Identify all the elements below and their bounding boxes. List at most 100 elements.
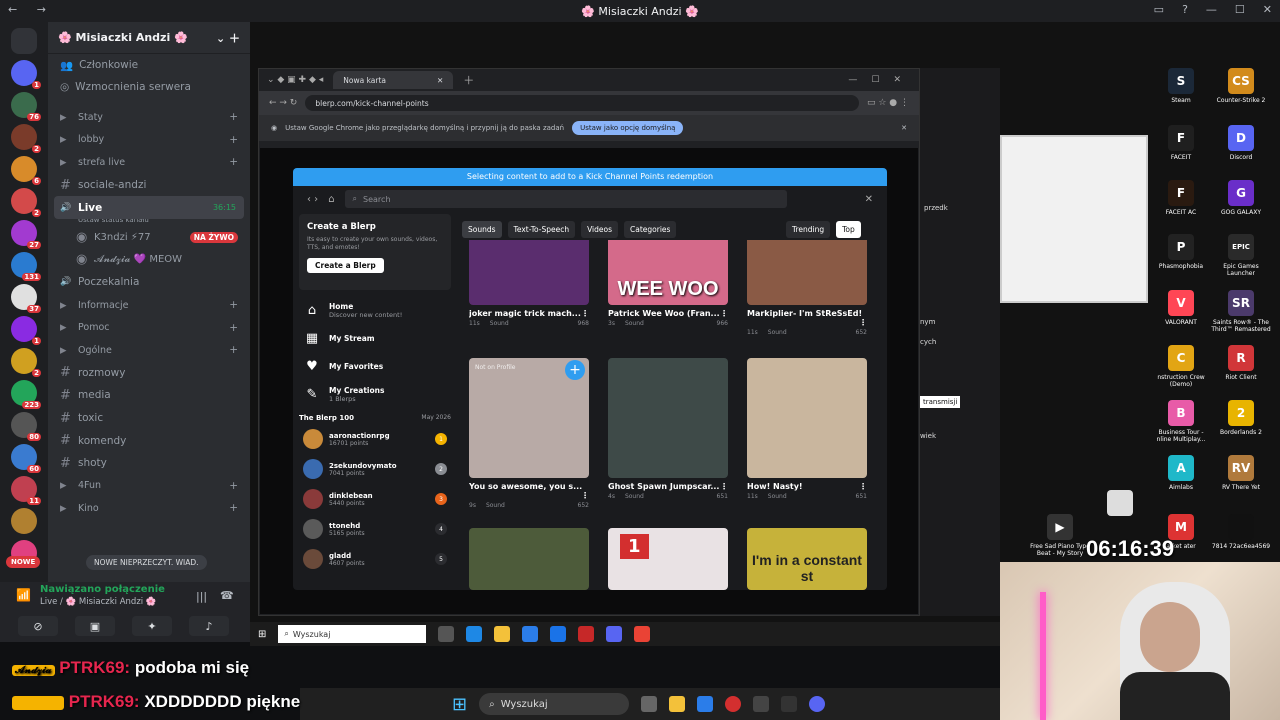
server-icon[interactable]: 11 [11, 476, 41, 505]
server-icon[interactable]: 2 [11, 124, 41, 153]
new-badge[interactable]: NOWE [6, 556, 41, 568]
channel-member[interactable]: ◉ 𝓐𝓷𝓭𝔃𝓲𝓪 💜 MEOW [48, 249, 250, 272]
channel-text[interactable]: # sociale-andzi [48, 174, 250, 197]
server-header[interactable]: 🌸 Misiaczki Andzi 🌸 ⌄ ＋ [48, 22, 250, 54]
more-options-icon[interactable]: ⋮ [859, 482, 867, 491]
server-icon[interactable]: 1 [11, 316, 41, 345]
add-channel-icon[interactable]: + [229, 344, 238, 356]
channel-text[interactable]: # komendy [48, 429, 250, 452]
leaderboard-row[interactable]: dinklebean 5440 points 3 [299, 484, 451, 514]
soundboard-button[interactable]: ♪ [189, 616, 229, 636]
add-channel-icon[interactable]: + [229, 134, 238, 146]
more-options-icon[interactable]: ⋮ [859, 318, 867, 327]
desktop-icon[interactable]: D Discord [1211, 125, 1271, 161]
add-user-icon[interactable]: ⌄ ＋ [216, 30, 240, 46]
filter-videos[interactable]: Videos [581, 221, 619, 238]
sound-card[interactable]: WEE WOO Patrick Wee Woo (Fran... ⋮ 3s Sound 9… [608, 240, 728, 327]
server-icon[interactable]: 37 [11, 284, 41, 313]
filter-sounds[interactable]: Sounds [462, 221, 502, 238]
tab-icons[interactable]: ⌄ ◆ ▣ ✚ ◆ ◂ [267, 75, 323, 85]
add-channel-icon[interactable]: + [229, 480, 238, 492]
desktop-icon[interactable]: G GOG GALAXY [1211, 180, 1271, 216]
leaderboard-row[interactable]: aaronactionrpg 16701 points 1 [299, 424, 451, 454]
more-options-icon[interactable]: ⋮ [581, 309, 589, 318]
nav-my-creations[interactable]: ✎ My Creations 1 Blerps [299, 380, 451, 408]
inner-search[interactable]: ⌕ Wyszukaj [278, 625, 427, 643]
desktop-icon[interactable]: B Business Tour - nline Multiplay... [1151, 400, 1211, 443]
nav-home[interactable]: ⌂ Home Discover new content! [299, 296, 451, 324]
channel-member[interactable]: ◉ K3ndzi ⚡77 NA ŻYWO [48, 226, 250, 249]
channel-category[interactable]: ▸ strefa live + [48, 151, 250, 174]
server-icon[interactable]: 1 [11, 60, 41, 89]
add-channel-icon[interactable]: + [229, 156, 238, 168]
leaderboard-row[interactable]: gladd 4607 points 5 [299, 544, 451, 574]
new-tab-icon[interactable]: ＋ [463, 72, 474, 88]
opera-icon[interactable] [725, 696, 742, 712]
sound-card[interactable]: joker magic trick mach... ⋮ 11s Sound 968 [469, 240, 589, 327]
sound-card[interactable]: Ghost Spawn Jumpscar... ⋮ 4s Sound 651 [608, 358, 728, 500]
add-channel-icon[interactable]: + [229, 502, 238, 514]
mail-icon[interactable] [550, 626, 567, 642]
channel-text[interactable]: # shoty [48, 452, 250, 475]
taskview-icon[interactable] [641, 696, 658, 712]
filter-text-to-speech[interactable]: Text-To-Speech [507, 221, 576, 238]
desktop-icon[interactable]: Cnstruction Crew (Demo) [1151, 345, 1211, 388]
set-default-button[interactable]: Ustaw jako opcję domyślną [572, 121, 684, 135]
nav-arrows-icon[interactable]: ← → [8, 3, 54, 16]
camera-off-button[interactable]: ⊘ [18, 616, 58, 636]
top-item[interactable]: 👥 Członkowie [48, 54, 250, 76]
chrome-task-icon[interactable] [634, 626, 651, 642]
discord-task-icon[interactable] [606, 626, 623, 642]
more-options-icon[interactable]: ⋮ [581, 491, 589, 500]
connection-channel[interactable]: Live / 🌸 Misiaczki Andzi 🌸 [40, 597, 156, 607]
add-channel-icon[interactable]: + [229, 111, 238, 123]
channel-category[interactable]: ▸ Ogólne + [48, 339, 250, 362]
desktop-icon[interactable]: P Phasmophobia [1151, 234, 1211, 270]
server-icon[interactable]: 76 [11, 92, 41, 121]
desktop-icon[interactable]: F FACEIT [1151, 125, 1211, 161]
modal-close-icon[interactable]: ✕ [865, 194, 873, 205]
server-icon[interactable]: 2 [11, 348, 41, 377]
desktop-icon[interactable]: ▶ Free Sad Piano Type Beat - My Story [1030, 514, 1090, 557]
sound-card[interactable]: Not on Profile You so awesome, you s... ⋮ 9… [469, 358, 589, 509]
sound-card[interactable]: Markiplier- I'm StReSsEd! ⋮ 11s Sound 652 [747, 240, 867, 336]
sort-trending[interactable]: Trending [786, 221, 831, 238]
home-nav-icon[interactable]: ⌂ [328, 194, 334, 205]
windows-start-icon[interactable]: ⊞ [452, 694, 467, 715]
channel-category[interactable]: ▸ lobby + [48, 129, 250, 152]
filter-categories[interactable]: Categories [624, 221, 677, 238]
desktop-icon[interactable]: V VALORANT [1151, 290, 1211, 326]
channel-voice[interactable]: 🔊 Poczekalnia [48, 271, 250, 294]
channel-category[interactable]: ▸ Informacje + [48, 294, 250, 317]
desktop-icon[interactable]: 7814 72ac6ea4569 [1211, 514, 1271, 550]
channel-text[interactable]: # media [48, 384, 250, 407]
search-input[interactable]: ⌕ Search [344, 190, 787, 208]
channel-category[interactable]: ▸ Pomoc + [48, 316, 250, 339]
create-blerp-button[interactable]: Create a Blerp [307, 258, 384, 273]
maximize-icon[interactable]: ☐ [1235, 3, 1245, 16]
nav-my-favorites[interactable]: ♥ My Favorites [299, 352, 451, 380]
infobar-close-icon[interactable]: ✕ [901, 124, 907, 132]
server-icon[interactable]: 80 [11, 412, 41, 441]
server-icon[interactable] [11, 508, 37, 534]
more-options-icon[interactable]: ⋮ [720, 309, 728, 318]
windows-start-icon[interactable]: ⊞ [258, 629, 266, 640]
desktop-icon[interactable]: EPIC Epic Games Launcher [1211, 234, 1271, 277]
desktop-icon[interactable]: CS Counter-Strike 2 [1211, 68, 1271, 104]
minimize-icon[interactable]: — [1206, 3, 1217, 16]
explorer-icon[interactable] [494, 626, 511, 642]
server-icon[interactable]: 223 [11, 380, 41, 409]
sort-top[interactable]: Top [836, 221, 861, 238]
add-plus-button[interactable]: + [565, 360, 585, 380]
nav-buttons[interactable]: ← → ↻ [269, 98, 297, 108]
tab-new[interactable]: Nowa karta ✕ [333, 71, 454, 89]
epic-icon[interactable] [781, 696, 798, 712]
channel-category[interactable]: ▸ 4Fun + [48, 475, 250, 498]
outer-search[interactable]: ⌕ Wyszukaj [479, 693, 630, 715]
sound-card[interactable]: How! Nasty! ⋮ 11s Sound 651 [747, 358, 867, 500]
address-bar[interactable]: blerp.com/kick-channel-points [305, 95, 859, 111]
channel-text[interactable]: # rozmowy [48, 362, 250, 385]
inbox-icon[interactable]: ▭ [1154, 3, 1164, 16]
add-channel-icon[interactable]: + [229, 299, 238, 311]
screen-share-button[interactable]: ▣ [75, 616, 115, 636]
